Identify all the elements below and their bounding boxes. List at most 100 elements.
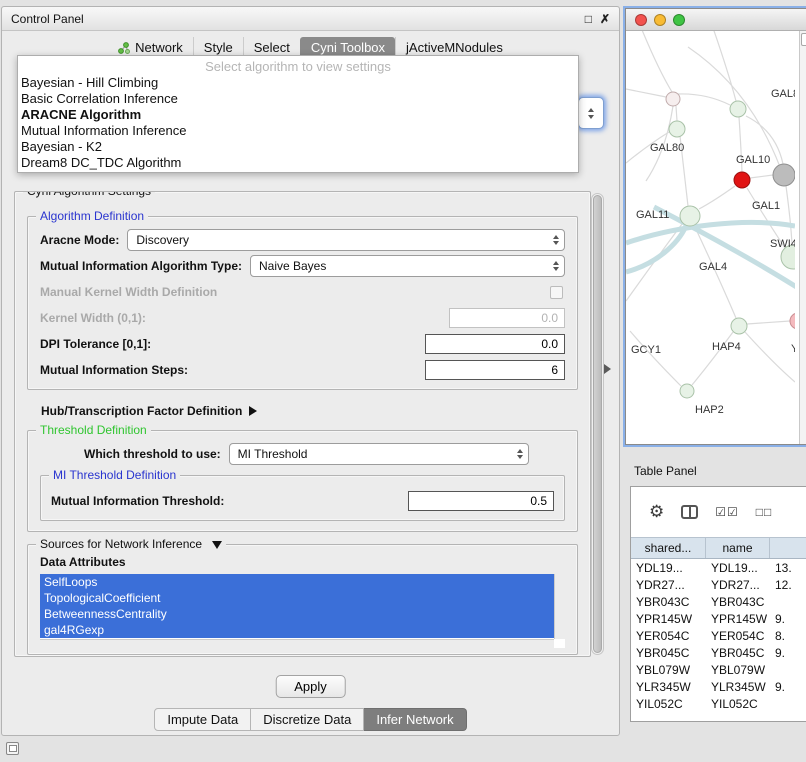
network-edge[interactable] (678, 94, 730, 105)
node-label: GAL4 (699, 261, 727, 273)
network-edge[interactable] (786, 186, 792, 245)
network-edge[interactable] (676, 106, 677, 121)
columns-icon[interactable] (681, 505, 698, 519)
table-cell: 9. (770, 612, 806, 626)
float-window-icon[interactable]: □ (585, 12, 592, 26)
network-edge[interactable] (745, 332, 795, 382)
bottom-tab-impute-data[interactable]: Impute Data (154, 708, 251, 731)
table-row[interactable]: YLR345WYLR345W9. (631, 678, 806, 695)
data-attributes-label: Data Attributes (40, 555, 565, 569)
table-cell: 13. (770, 561, 806, 575)
sources-group-title[interactable]: Sources for Network Inference (36, 537, 226, 551)
table-cell: YLR345W (706, 680, 770, 694)
attribute-selfloops[interactable]: SelfLoops (40, 574, 554, 590)
dropdown-item-bayesian-k2[interactable]: Bayesian - K2 (18, 139, 578, 155)
select-all-columns-icon[interactable]: ☑☑ (715, 505, 739, 519)
bottom-tab-infer-network[interactable]: Infer Network (364, 708, 466, 731)
minimize-button[interactable] (654, 14, 666, 26)
close-window-icon[interactable]: ✗ (600, 12, 610, 26)
network-edge[interactable] (630, 331, 681, 386)
network-scrollbar-thumb[interactable] (801, 33, 806, 46)
settings-scrollbar[interactable] (591, 193, 604, 655)
aracne-mode-select[interactable]: Discovery (127, 229, 565, 251)
table-row[interactable]: YDR27...YDR27...12. (631, 576, 806, 593)
network-canvas[interactable]: GAL80GAL80GAL10GAL11GAL1SWI4GAL4GCY1HAP4… (626, 31, 806, 444)
network-vertical-scrollbar[interactable] (799, 31, 806, 444)
network-node[interactable] (773, 164, 795, 186)
dpi-tolerance-field[interactable] (425, 334, 565, 354)
close-button[interactable] (635, 14, 647, 26)
table-row[interactable]: YBL079WYBL079W (631, 661, 806, 678)
network-node[interactable] (669, 121, 685, 137)
dropdown-item-aracne-algorithm[interactable]: ARACNE Algorithm (18, 107, 578, 123)
table-row[interactable]: YDL19...YDL19...13. (631, 559, 806, 576)
attribute-gal4rgexp[interactable]: gal4RGexp (40, 622, 554, 638)
manual-kernel-checkbox[interactable] (550, 286, 563, 299)
aracne-mode-label: Aracne Mode: (40, 233, 119, 247)
table-cell: YDR27... (706, 578, 770, 592)
table-cell: YLR345W (631, 680, 706, 694)
mi-algorithm-type-select[interactable]: Naive Bayes (250, 255, 565, 277)
table-cell: YER054C (706, 629, 770, 643)
table-row[interactable]: YER054CYER054C8. (631, 627, 806, 644)
hub-definition-section-header[interactable]: Hub/Transcription Factor Definition (41, 402, 576, 420)
network-node[interactable] (734, 172, 750, 188)
network-edge[interactable] (640, 31, 672, 92)
kernel-width-field[interactable] (449, 308, 565, 328)
mi-steps-field[interactable] (425, 360, 565, 380)
node-label: GAL1 (752, 200, 780, 212)
network-edge[interactable] (699, 186, 735, 209)
bottom-tab-discretize-data[interactable]: Discretize Data (251, 708, 364, 731)
network-window-titlebar[interactable] (626, 9, 806, 31)
network-node[interactable] (666, 92, 680, 106)
node-label: GCY1 (631, 344, 661, 356)
column-header-name[interactable]: name (706, 538, 770, 558)
dropdown-item-bayesian-hill-climbing[interactable]: Bayesian - Hill Climbing (18, 75, 578, 91)
column-header-2[interactable] (770, 538, 806, 558)
dropdown-item-mutual-information-inference[interactable]: Mutual Information Inference (18, 123, 578, 139)
which-threshold-value: MI Threshold (238, 447, 308, 461)
network-node[interactable] (680, 384, 694, 398)
zoom-button[interactable] (673, 14, 685, 26)
minimized-panel-icon[interactable] (6, 742, 19, 755)
dropdown-arrows-icon (553, 235, 559, 245)
network-node[interactable] (790, 313, 795, 329)
table-row[interactable]: YIL052CYIL052C (631, 695, 806, 712)
manual-kernel-label: Manual Kernel Width Definition (40, 285, 217, 299)
table-cell: YDL19... (631, 561, 706, 575)
attribute-topologicalcoefficient[interactable]: TopologicalCoefficient (40, 590, 554, 606)
dropdown-item-basic-correlation-inference[interactable]: Basic Correlation Inference (18, 91, 578, 107)
settings-scrollbar-thumb[interactable] (593, 195, 602, 653)
table-row[interactable]: YBR043CYBR043C (631, 593, 806, 610)
column-header-shared[interactable]: shared... (631, 538, 706, 558)
gear-icon[interactable]: ⚙ (649, 502, 664, 522)
network-edge[interactable] (747, 321, 790, 324)
mi-threshold-field[interactable] (408, 491, 554, 511)
which-threshold-select[interactable]: MI Threshold (229, 443, 529, 465)
control-panel-titlebar: Control Panel □ ✗ (2, 7, 619, 31)
network-svg: GAL80GAL80GAL10GAL11GAL1SWI4GAL4GCY1HAP4… (626, 31, 795, 444)
algorithm-dropdown-list: Bayesian - Hill ClimbingBasic Correlatio… (18, 75, 578, 171)
panel-divider-arrow-icon[interactable] (604, 364, 611, 374)
dropdown-item-dream8-dc-tdc-algorithm[interactable]: Dream8 DC_TDC Algorithm (18, 155, 578, 171)
table-cell: YDR27... (631, 578, 706, 592)
table-row[interactable]: YPR145WYPR145W9. (631, 610, 806, 627)
data-attributes-list: SelfLoopsTopologicalCoefficientBetweenne… (40, 574, 554, 639)
attribute-betweennesscentrality[interactable]: BetweennessCentrality (40, 606, 554, 622)
table-panel-title: Table Panel (634, 464, 697, 478)
network-edge[interactable] (712, 31, 736, 101)
table-row[interactable]: YBR045CYBR045C9. (631, 644, 806, 661)
attributes-vertical-scrollbar[interactable] (554, 574, 565, 639)
network-edge[interactable] (750, 175, 773, 178)
attributes-horizontal-scrollbar[interactable] (40, 639, 554, 648)
algorithm-combobox-arrows[interactable] (578, 97, 604, 129)
table-cell: YDL19... (706, 561, 770, 575)
network-node[interactable] (731, 318, 747, 334)
network-node[interactable] (680, 206, 700, 226)
network-edge[interactable] (626, 89, 666, 97)
clear-columns-icon[interactable]: □□ (756, 505, 773, 519)
network-edge[interactable] (692, 332, 733, 385)
network-node[interactable] (730, 101, 746, 117)
collapse-arrow-icon (212, 541, 222, 549)
apply-button[interactable]: Apply (275, 675, 346, 698)
